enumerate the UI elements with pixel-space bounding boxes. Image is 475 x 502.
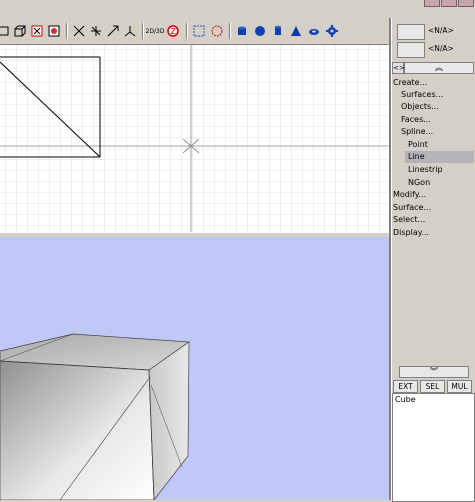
gear-icon[interactable] [325, 24, 339, 38]
cube-outline-icon[interactable] [13, 24, 27, 38]
menu-item-line[interactable]: Line [405, 151, 474, 163]
close-button[interactable] [458, 0, 474, 7]
menu-item-objects[interactable]: Objects... [401, 101, 439, 113]
cylinder-icon-2[interactable] [271, 24, 285, 38]
menu-item-spline[interactable]: Spline... [401, 126, 433, 138]
cone-icon[interactable] [289, 24, 303, 38]
texture-icon[interactable] [47, 24, 61, 38]
orthographic-viewport[interactable] [0, 45, 389, 232]
maximize-button[interactable] [441, 0, 457, 7]
window-icon[interactable] [0, 24, 10, 38]
menu-item-faces[interactable]: Faces... [401, 114, 431, 126]
combo-2[interactable] [397, 42, 425, 58]
torus-icon[interactable] [307, 24, 321, 38]
snap-icon[interactable] [210, 24, 224, 38]
scroll-up-button[interactable]: ︽ [404, 62, 474, 74]
list-item[interactable]: Cube [393, 394, 474, 405]
combo-2-label: <N/A> [428, 44, 454, 53]
collapse-button[interactable]: <> [392, 62, 405, 74]
menu-item-select[interactable]: Select... [393, 214, 425, 226]
mul-button[interactable]: MUL [447, 380, 472, 393]
menu-item-point[interactable]: Point [408, 139, 428, 151]
axis-icon[interactable] [123, 24, 137, 38]
menu-item-linestrip[interactable]: Linestrip [408, 164, 443, 176]
sphere-icon[interactable] [253, 24, 267, 38]
zoom-icon[interactable]: Z [166, 24, 180, 38]
rotate-icon[interactable] [89, 24, 103, 38]
scale-icon[interactable] [106, 24, 120, 38]
cube-mesh[interactable] [0, 333, 191, 500]
window-titlebar [0, 0, 475, 18]
move-icon[interactable] [72, 24, 86, 38]
menu-item-surface[interactable]: Surface... [393, 202, 431, 214]
sel-button[interactable]: SEL [420, 380, 445, 393]
svg-text:Z: Z [171, 27, 177, 36]
minimize-button[interactable] [424, 0, 440, 7]
menu-item-create[interactable]: Create... [393, 77, 427, 89]
wireframe-select-icon[interactable] [30, 24, 44, 38]
command-panel: <N/A> <N/A> <> ︽ Create... Surfaces... O… [392, 18, 475, 502]
scroll-down-button[interactable]: ︾ [399, 366, 469, 378]
grid-select-icon[interactable] [192, 24, 206, 38]
cylinder-icon[interactable] [235, 24, 249, 38]
menu-item-surfaces[interactable]: Surfaces... [401, 89, 443, 101]
main-toolbar: 2D/3D Z [0, 18, 390, 45]
perspective-viewport[interactable] [0, 237, 389, 500]
object-list[interactable]: Cube [392, 393, 475, 502]
menu-item-display[interactable]: Display... [393, 227, 429, 239]
combo-1[interactable] [397, 24, 425, 40]
menu-item-modify[interactable]: Modify... [393, 189, 426, 201]
menu-item-ngon[interactable]: NGon [408, 177, 430, 189]
viewport-grid [0, 45, 389, 232]
ext-button[interactable]: EXT [393, 380, 418, 393]
view-2d-3d-icon[interactable]: 2D/3D [146, 24, 165, 38]
combo-1-label: <N/A> [428, 26, 454, 35]
